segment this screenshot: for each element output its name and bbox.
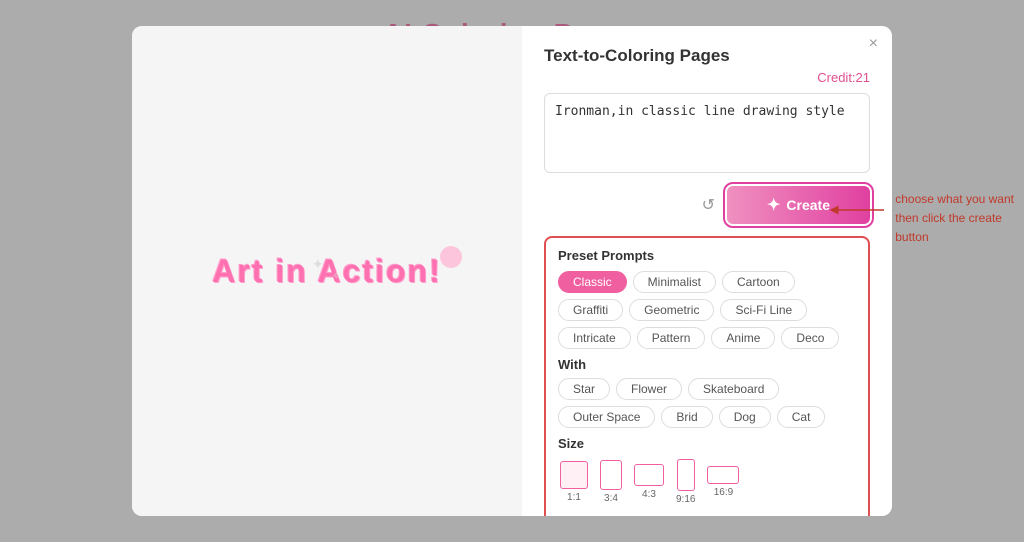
annotation-area: choose what you want then click the crea… (829, 190, 1014, 248)
size-9x16[interactable]: 9:16 (674, 457, 697, 507)
art-in-action-text: Art in Action! (212, 252, 441, 290)
tag-geometric[interactable]: Geometric (629, 299, 714, 321)
tag-outer-space[interactable]: Outer Space (558, 406, 655, 428)
tag-cat[interactable]: Cat (777, 406, 826, 428)
annotation-text: choose what you want then click the crea… (895, 190, 1014, 248)
size-3x4-label: 3:4 (604, 493, 618, 504)
modal-title: Text-to-Coloring Pages (544, 46, 870, 66)
size-16x9-icon (707, 466, 739, 484)
tag-pattern[interactable]: Pattern (637, 327, 706, 349)
star-decoration-small: ✧ (332, 271, 340, 282)
size-1x1-icon (560, 461, 588, 489)
tag-graffiti[interactable]: Graffiti (558, 299, 623, 321)
tag-minimalist[interactable]: Minimalist (633, 271, 716, 293)
modal-overlay: ✦ ✧ Art in Action! × Text-to-Coloring Pa… (0, 0, 1024, 542)
star-decoration: ✦ (312, 256, 324, 273)
arrow-icon (829, 195, 889, 225)
with-tags-row: Star Flower Skateboard Outer Space Brid … (558, 378, 856, 428)
style-tags-row: Classic Minimalist Cartoon Graffiti Geom… (558, 271, 856, 349)
size-16x9-label: 16:9 (714, 487, 733, 498)
tag-classic[interactable]: Classic (558, 271, 627, 293)
tag-intricate[interactable]: Intricate (558, 327, 631, 349)
tag-skateboard[interactable]: Skateboard (688, 378, 779, 400)
close-button[interactable]: × (869, 36, 878, 52)
tag-dog[interactable]: Dog (719, 406, 771, 428)
tag-scifi[interactable]: Sci-Fi Line (720, 299, 807, 321)
tag-deco[interactable]: Deco (781, 327, 839, 349)
create-label: Create (786, 197, 830, 213)
bubble-decoration (440, 246, 462, 268)
modal-left-panel: ✦ ✧ Art in Action! (132, 26, 522, 516)
size-options-row: 1:1 3:4 4:3 9:16 (558, 457, 856, 507)
modal-container: ✦ ✧ Art in Action! × Text-to-Coloring Pa… (132, 26, 892, 516)
tag-anime[interactable]: Anime (711, 327, 775, 349)
size-4x3[interactable]: 4:3 (632, 462, 666, 502)
tag-brid[interactable]: Brid (661, 406, 712, 428)
size-3x4[interactable]: 3:4 (598, 458, 624, 506)
reset-button[interactable]: ↺ (698, 191, 719, 219)
prompt-input[interactable]: Ironman,in classic line drawing style (544, 93, 870, 173)
size-3x4-icon (600, 460, 622, 490)
size-16x9[interactable]: 16:9 (705, 464, 741, 500)
tag-flower[interactable]: Flower (616, 378, 682, 400)
credit-display: Credit:21 (544, 70, 870, 85)
controls-row: ↺ ✦ Create (544, 186, 870, 224)
modal-right-panel: × Text-to-Coloring Pages Credit:21 Ironm… (522, 26, 892, 516)
size-1x1-label: 1:1 (567, 492, 581, 503)
create-plus-icon: ✦ (767, 195, 780, 215)
preset-section-label: Preset Prompts (558, 248, 856, 263)
size-9x16-icon (677, 459, 695, 491)
tag-cartoon[interactable]: Cartoon (722, 271, 795, 293)
size-4x3-icon (634, 464, 664, 486)
size-4x3-label: 4:3 (642, 489, 656, 500)
preset-prompts-section: Preset Prompts Classic Minimalist Cartoo… (544, 236, 870, 516)
size-9x16-label: 9:16 (676, 494, 695, 505)
size-label: Size (558, 436, 856, 451)
with-label: With (558, 357, 856, 372)
tag-star[interactable]: Star (558, 378, 610, 400)
size-1x1[interactable]: 1:1 (558, 459, 590, 505)
